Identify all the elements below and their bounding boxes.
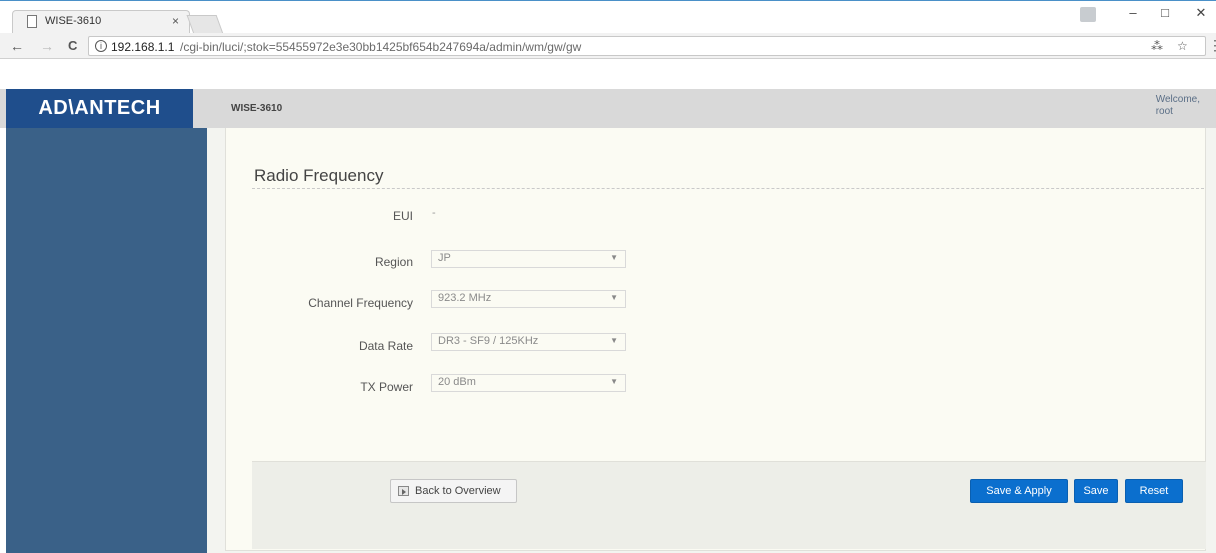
eui-value: - xyxy=(432,207,436,219)
main-content: Radio Frequency EUI - Region JP ▼ Channe… xyxy=(207,128,1216,553)
minimize-icon[interactable]: – xyxy=(1118,5,1148,27)
maximize-icon[interactable]: □ xyxy=(1150,5,1180,27)
back-icon xyxy=(398,486,409,496)
close-window-icon[interactable]: ✕ xyxy=(1186,5,1216,27)
chevron-down-icon: ▼ xyxy=(610,377,618,386)
reset-button[interactable]: Reset xyxy=(1125,479,1183,503)
username: root xyxy=(1155,106,1173,117)
back-to-overview-label: Back to Overview xyxy=(415,485,501,497)
tx-power-value: 20 dBm xyxy=(438,376,476,388)
chevron-down-icon: ▼ xyxy=(610,253,618,262)
tab-title: WISE-3610 xyxy=(45,15,102,27)
profile-icon[interactable] xyxy=(1080,7,1096,22)
url-host: 192.168.1.1 xyxy=(111,40,175,54)
translate-icon[interactable]: ⁂ xyxy=(1151,39,1163,53)
forward-arrow-icon[interactable]: → xyxy=(40,38,54,54)
eui-label: EUI xyxy=(392,209,413,223)
channel-frequency-value: 923.2 MHz xyxy=(438,292,492,304)
browser-tab[interactable]: WISE-3610 × xyxy=(12,10,190,34)
bookmark-star-icon[interactable]: ☆ xyxy=(1177,39,1188,53)
data-rate-select[interactable]: DR3 - SF9 / 125KHz ▼ xyxy=(431,333,626,351)
reload-icon[interactable]: C xyxy=(68,38,77,53)
advantech-logo[interactable]: AD\ANTECH xyxy=(6,89,193,128)
region-select[interactable]: JP ▼ xyxy=(431,250,626,268)
channel-frequency-select[interactable]: 923.2 MHz ▼ xyxy=(431,290,626,308)
url-input[interactable]: i 192.168.1.1 /cgi-bin/luci/;stok=554559… xyxy=(88,36,1206,56)
browser-tab-bar: WISE-3610 × – □ ✕ xyxy=(0,0,1216,34)
url-path: /cgi-bin/luci/;stok=55455972e3e30bb1425b… xyxy=(180,40,582,54)
page-icon xyxy=(27,15,37,28)
device-hostname: WISE-3610 xyxy=(231,103,283,114)
chevron-down-icon: ▼ xyxy=(610,336,618,345)
region-value: JP xyxy=(438,252,451,264)
sidebar xyxy=(6,128,207,553)
section-title: Radio Frequency xyxy=(254,166,384,185)
section-divider xyxy=(252,188,1204,189)
data-rate-label: Data Rate xyxy=(358,339,413,353)
save-button[interactable]: Save xyxy=(1074,479,1118,503)
data-rate-value: DR3 - SF9 / 125KHz xyxy=(438,335,539,347)
tx-power-label: TX Power xyxy=(360,380,413,394)
form-actions: Back to Overview Save & Apply Save Reset xyxy=(252,461,1206,549)
save-apply-button[interactable]: Save & Apply xyxy=(970,479,1068,503)
new-tab-button[interactable] xyxy=(186,15,224,34)
tab-close-icon[interactable]: × xyxy=(172,14,179,28)
welcome-label: Welcome, xyxy=(1155,94,1200,105)
address-bar: ← → C i 192.168.1.1 /cgi-bin/luci/;stok=… xyxy=(0,33,1216,59)
tx-power-select[interactable]: 20 dBm ▼ xyxy=(431,374,626,392)
site-info-icon[interactable]: i xyxy=(95,40,107,52)
welcome-user: Welcome, root xyxy=(1156,94,1200,118)
settings-panel: Radio Frequency EUI - Region JP ▼ Channe… xyxy=(225,128,1206,551)
region-label: Region xyxy=(374,255,413,269)
back-to-overview-button[interactable]: Back to Overview xyxy=(390,479,517,503)
back-arrow-icon[interactable]: ← xyxy=(10,38,24,54)
channel-frequency-label: Channel Frequency xyxy=(308,296,413,310)
chevron-down-icon: ▼ xyxy=(610,293,618,302)
browser-menu-icon[interactable]: ⋮ xyxy=(1208,37,1216,54)
